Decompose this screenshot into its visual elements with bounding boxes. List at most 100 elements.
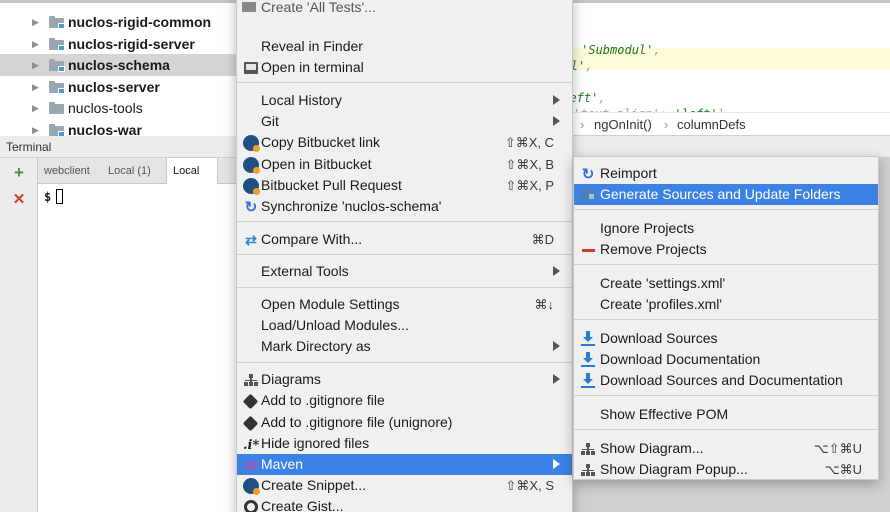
menu-separator <box>237 361 572 363</box>
menu-separator <box>574 264 878 265</box>
tree-item-nuclos-tools[interactable]: ▶ nuclos-tools <box>0 97 236 119</box>
menu-item-create-all-tests[interactable]: Create 'All Tests'... <box>261 0 376 15</box>
maven-submenu: ↻ Reimport Generate Sources and Update Fol… <box>573 156 879 480</box>
remove-icon <box>580 242 596 258</box>
menu-item-label: Copy Bitbucket link <box>261 134 381 151</box>
code-text: , <box>653 43 661 57</box>
menu-item-local-history[interactable]: Local History <box>237 90 572 111</box>
menu-item-create-profiles-xml[interactable]: Create 'profiles.xml' <box>574 294 878 315</box>
tree-item-label: nuclos-tools <box>68 100 143 116</box>
menu-item-load-unload-modules[interactable]: Load/Unload Modules... <box>237 315 572 336</box>
menu-item-open-module-settings[interactable]: Open Module Settings ⌘↓ <box>237 294 572 315</box>
menu-item-label: Show Effective POM <box>600 406 729 422</box>
menu-item-shortcut: ⇧⌘X, S <box>505 478 554 494</box>
tab-local-1[interactable]: Local (1) <box>102 158 166 184</box>
diagram-icon <box>580 462 596 478</box>
expand-arrow-icon[interactable]: ▶ <box>32 17 42 27</box>
menu-item-remove-projects[interactable]: Remove Projects <box>574 239 878 260</box>
download-icon <box>580 352 596 368</box>
add-terminal-icon[interactable]: + <box>11 164 27 181</box>
menu-item-reveal-in-finder[interactable]: Reveal in Finder <box>237 36 572 57</box>
git-icon <box>242 393 259 410</box>
menu-item-bitbucket-pull-request[interactable]: Bitbucket Pull Request ⇧⌘X, P <box>237 175 572 196</box>
tree-item-label: nuclos-schema <box>68 57 170 73</box>
expand-arrow-icon[interactable]: ▶ <box>32 39 42 49</box>
menu-item-label: Load/Unload Modules... <box>261 317 409 334</box>
menu-item-add-to-gitignore-file-unignore[interactable]: Add to .gitignore file (unignore) <box>237 412 572 433</box>
menu-item-add-to-gitignore-file[interactable]: Add to .gitignore file <box>237 390 572 411</box>
tree-item-nuclos-rigid-server[interactable]: ▶ nuclos-rigid-server <box>0 33 236 55</box>
module-folder-icon <box>49 16 65 29</box>
menu-item-label: Create 'profiles.xml' <box>600 296 723 312</box>
breadcrumb-separator: › <box>580 117 585 132</box>
menu-separator <box>574 395 878 396</box>
tree-item-nuclos-rigid-common[interactable]: ▶ nuclos-rigid-common <box>0 11 236 33</box>
submenu-arrow-icon <box>553 94 560 105</box>
menu-separator <box>574 429 878 430</box>
menu-item-show-diagram[interactable]: Show Diagram... ⌥⇧⌘U <box>574 438 878 459</box>
terminal-content[interactable]: $ <box>38 184 238 512</box>
terminal-prompt: $ <box>44 190 52 204</box>
menu-item-download-sources-and-documentation[interactable]: Download Sources and Documentation <box>574 370 878 391</box>
menu-item-external-tools[interactable]: External Tools <box>237 261 572 282</box>
breadcrumb-item-columndefs[interactable]: columnDefs <box>677 117 746 132</box>
module-folder-icon <box>49 80 65 94</box>
expand-arrow-icon[interactable]: ▶ <box>32 82 42 92</box>
reimport-icon: ↻ <box>581 166 595 183</box>
menu-item-show-effective-pom[interactable]: Show Effective POM <box>574 404 878 425</box>
menu-separator <box>237 286 572 288</box>
breadcrumb-item-ngoninit[interactable]: ngOnInit() <box>594 117 652 132</box>
download-icon <box>580 331 596 347</box>
menu-item-download-sources[interactable]: Download Sources <box>574 328 878 349</box>
menu-item-create-gist[interactable]: Create Gist... <box>237 496 572 512</box>
regex-icon: .i* <box>243 436 259 453</box>
menu-item-create-snippet[interactable]: Create Snippet... ⇧⌘X, S <box>237 475 572 496</box>
menu-item-compare-with[interactable]: ⇄ Compare With... ⌘D <box>237 229 572 250</box>
tree-item-nuclos-server[interactable]: ▶ nuclos-server <box>0 76 236 98</box>
submenu-arrow-icon <box>553 458 560 469</box>
menu-item-reimport[interactable]: ↻ Reimport <box>574 163 878 184</box>
menu-item-label: Add to .gitignore file (unignore) <box>261 413 453 430</box>
menu-item-generate-sources-and-update-folders[interactable]: Generate Sources and Update Folders <box>574 184 878 205</box>
close-terminal-icon[interactable]: ✕ <box>11 192 27 208</box>
submenu-arrow-icon <box>553 116 560 127</box>
sync-icon: ↻ <box>244 198 258 216</box>
menu-item-label: Show Diagram Popup... <box>600 461 748 477</box>
tab-webclient[interactable]: webclient <box>38 158 102 184</box>
menu-item-label: Generate Sources and Update Folders <box>600 186 841 202</box>
menu-item-synchronize-nuclos-schema[interactable]: ↻ Synchronize 'nuclos-schema' <box>237 196 572 217</box>
menu-item-shortcut: ⇧⌘X, C <box>504 135 554 151</box>
menu-item-shortcut: ⌘↓ <box>534 297 555 312</box>
expand-arrow-icon[interactable]: ▶ <box>32 60 42 70</box>
tree-item-nuclos-schema[interactable]: ▶ nuclos-schema <box>0 54 236 76</box>
generate-folder-icon <box>580 187 596 203</box>
menu-separator <box>574 319 878 320</box>
menu-item-shortcut: ⌘D <box>531 231 554 247</box>
menu-item-ignore-projects[interactable]: Ignore Projects <box>574 218 878 239</box>
menu-item-git[interactable]: Git <box>237 111 572 132</box>
menu-separator <box>237 221 572 223</box>
menu-item-copy-bitbucket-link[interactable]: Copy Bitbucket link ⇧⌘X, C <box>237 132 572 153</box>
menu-item-label: Diagrams <box>261 371 321 388</box>
menu-item-open-in-terminal[interactable]: Open in terminal <box>237 57 572 78</box>
compare-icon: ⇄ <box>245 231 257 248</box>
download-icon <box>580 373 596 389</box>
menu-item-shortcut: ⌥⇧⌘U <box>813 441 862 456</box>
menu-item-mark-directory-as[interactable]: Mark Directory as <box>237 336 572 357</box>
menu-item-label: Reveal in Finder <box>261 38 363 54</box>
menu-item-show-diagram-popup[interactable]: Show Diagram Popup... ⌥⌘U <box>574 459 878 480</box>
expand-arrow-icon[interactable]: ▶ <box>32 103 42 113</box>
menu-item-hide-ignored-files[interactable]: .i* Hide ignored files <box>237 433 572 454</box>
menu-item-diagrams[interactable]: Diagrams <box>237 369 572 390</box>
menu-item-label: Create Gist... <box>261 498 344 512</box>
tab-local[interactable]: Local <box>166 158 218 184</box>
code-string: 'Submodul' <box>581 43 654 57</box>
maven-icon: m <box>243 457 259 473</box>
bitbucket-icon <box>243 156 260 174</box>
menu-item-maven[interactable]: m Maven <box>237 453 572 475</box>
menu-item-download-documentation[interactable]: Download Documentation <box>574 349 878 370</box>
menu-item-label: Create Snippet... <box>261 477 367 494</box>
expand-arrow-icon[interactable]: ▶ <box>32 125 42 135</box>
menu-item-create-settings-xml[interactable]: Create 'settings.xml' <box>574 273 878 294</box>
menu-item-open-in-bitbucket[interactable]: Open in Bitbucket ⇧⌘X, B <box>237 154 572 175</box>
